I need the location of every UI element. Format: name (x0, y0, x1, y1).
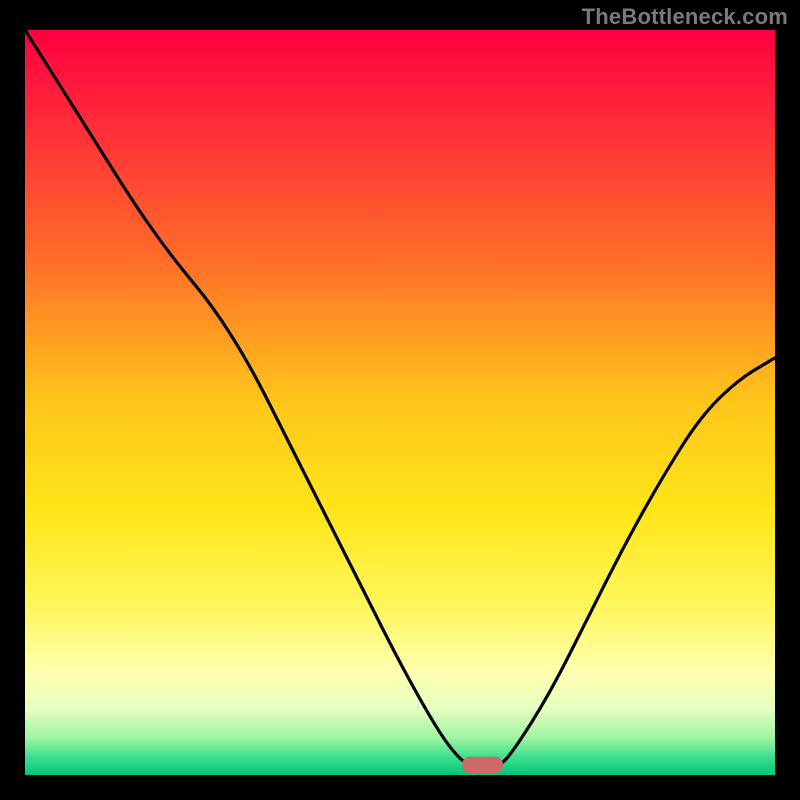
bottleneck-marker (462, 757, 503, 773)
chart-container: TheBottleneck.com (0, 0, 800, 800)
watermark-text: TheBottleneck.com (582, 4, 788, 30)
plot-area (25, 30, 775, 775)
chart-svg (25, 30, 775, 775)
